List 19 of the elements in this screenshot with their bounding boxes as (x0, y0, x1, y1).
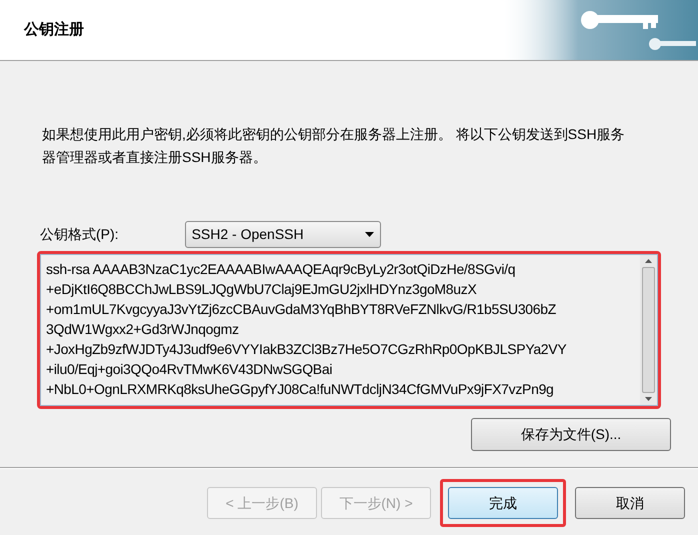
key-text-line: ssh-rsa AAAAB3NzaC1yc2EAAAABIwAAAQEAqr9cByLy2r3otQiDzHe/8SGvi/q (46, 260, 516, 279)
page-title: 公钥注册 (24, 20, 84, 40)
format-dropdown[interactable]: SSH2 - OpenSSH (184, 221, 381, 248)
scroll-down-arrow-icon[interactable] (645, 397, 652, 401)
scroll-up-arrow-icon[interactable] (645, 259, 652, 263)
dropdown-arrow-icon (364, 232, 374, 237)
key-text-line: +ilu0/Eqj+goi3QQo4RvTMwK6V43DNwSGQBai (46, 360, 332, 379)
key-text-line: 3QdW1Wgxx2+Gd3rWJnqogmz (46, 320, 239, 339)
key-text-line: +JoxHgZb9zfWJDTy4J3udf9e6VYYIakB3ZCl3Bz7He5O7CGzRhRp0OpKBJLSPYa2VY (46, 340, 566, 359)
description-text: 如果想使用此用户密钥,必须将此密钥的公钥部分在服务器上注册。 将以下公钥发送到SSH服务器管理器或者直接注册SSH服务器。 (42, 125, 626, 167)
scrollbar[interactable] (640, 255, 657, 405)
wizard-button[interactable]: 取消 (575, 487, 685, 519)
key-text-line: +eDjKtI6Q8BCChJwLBS9LJQgWbU7Claj9EJmGU2jxlHDYnz3goM8uzX (46, 280, 477, 299)
key-text-line: +om1mUL7KvgcyyaJ3vYtZj6zcCBAuvGdaM3YqBhBYT8RVeFZNlkvG/R1b5SU306bZ (46, 300, 556, 319)
key-text-line: +NbL0+OgnLRXMRKq8ksUheGGpyfYJ08Ca!fuNWTdcljN34CfGMVuPx9jFX7vzPn9g (46, 380, 554, 399)
save-to-file-button[interactable]: 保存为文件(S)... (471, 418, 671, 451)
wizard-button[interactable]: 完成 (448, 487, 558, 519)
public-key-textarea[interactable] (40, 254, 658, 406)
format-label: 公钥格式(P): (40, 225, 119, 244)
